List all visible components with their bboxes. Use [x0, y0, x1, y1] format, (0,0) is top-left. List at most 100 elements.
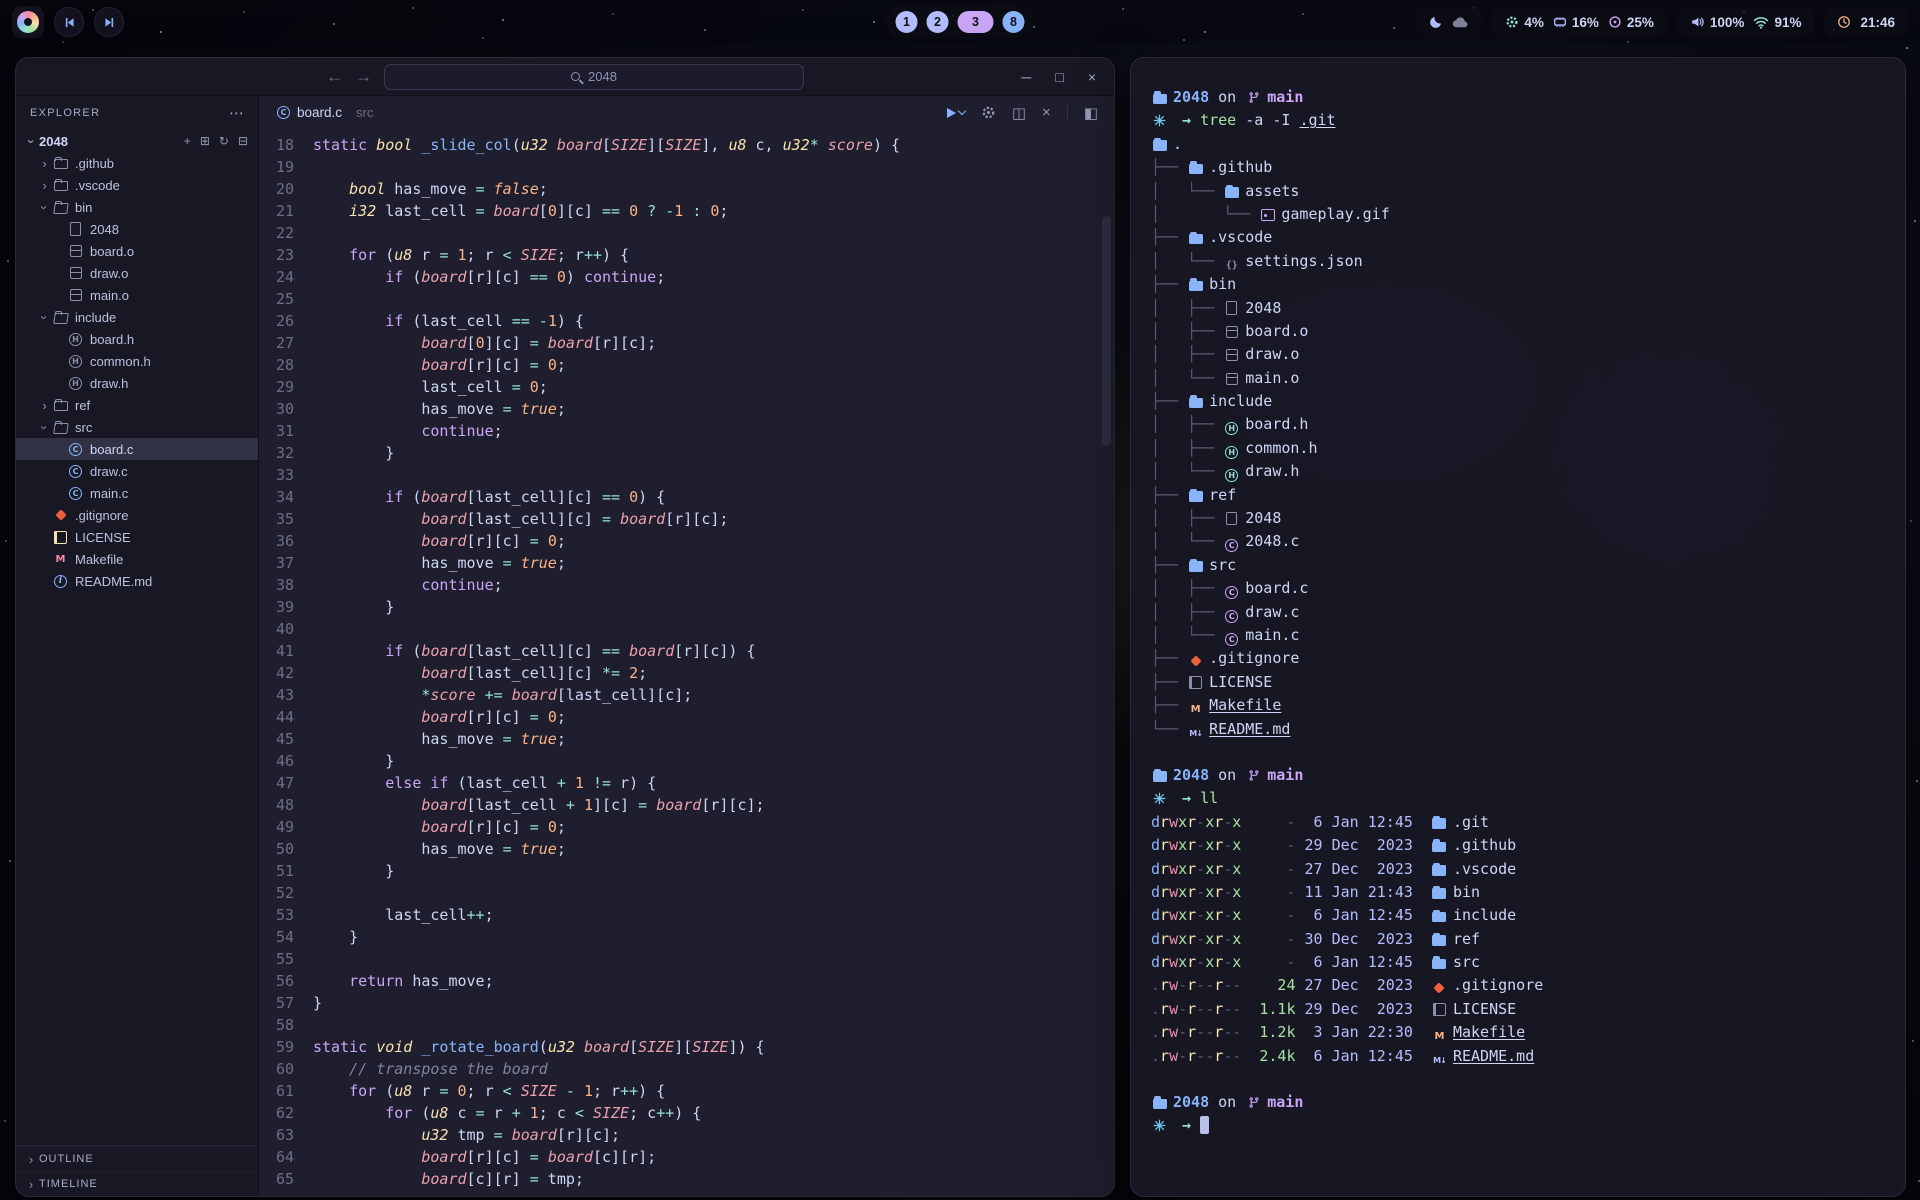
clock-widget[interactable]: 21:46: [1824, 7, 1908, 37]
layout-toggle-button[interactable]: ◧: [1084, 104, 1098, 122]
code-line[interactable]: 35 board[last_cell][c] = board[r][c];: [259, 508, 1114, 530]
close-editor-button[interactable]: ×: [1042, 104, 1051, 121]
code-line[interactable]: 36 board[r][c] = 0;: [259, 530, 1114, 552]
explorer-item[interactable]: main.o: [16, 284, 258, 306]
code-line[interactable]: 49 board[r][c] = 0;: [259, 816, 1114, 838]
code-line[interactable]: 63 u32 tmp = board[r][c];: [259, 1124, 1114, 1146]
code-line[interactable]: 37 has_move = true;: [259, 552, 1114, 574]
code-line[interactable]: 65 board[c][r] = tmp;: [259, 1168, 1114, 1190]
timeline-panel-header[interactable]: TIMELINE: [16, 1171, 258, 1196]
explorer-root-item[interactable]: 2048 + ⊞ ↻ ⊟: [16, 130, 258, 152]
maximize-button[interactable]: □: [1055, 69, 1063, 85]
code-line[interactable]: 54 }: [259, 926, 1114, 948]
breadcrumb-file[interactable]: board.c: [297, 105, 342, 120]
refresh-button[interactable]: ↻: [219, 134, 229, 148]
explorer-item[interactable]: board.o: [16, 240, 258, 262]
explorer-item[interactable]: common.h: [16, 350, 258, 372]
explorer-item[interactable]: main.c: [16, 482, 258, 504]
editor-titlebar[interactable]: ← → 2048 ─ □ ×: [16, 58, 1114, 96]
history-forward-button[interactable]: →: [355, 68, 372, 85]
explorer-item[interactable]: .gitignore: [16, 504, 258, 526]
explorer-item[interactable]: src: [16, 416, 258, 438]
code-line[interactable]: 29 last_cell = 0;: [259, 376, 1114, 398]
code-line[interactable]: 62 for (u8 c = r + 1; c < SIZE; c++) {: [259, 1102, 1114, 1124]
code-line[interactable]: 28 board[r][c] = 0;: [259, 354, 1114, 376]
code-line[interactable]: 58: [259, 1014, 1114, 1036]
breadcrumb-path[interactable]: src: [356, 105, 373, 120]
close-button[interactable]: ×: [1088, 69, 1096, 85]
code-line[interactable]: 20 bool has_move = false;: [259, 178, 1114, 200]
explorer-item[interactable]: draw.h: [16, 372, 258, 394]
explorer-item[interactable]: board.c: [16, 438, 258, 460]
workspace-button[interactable]: 1: [896, 11, 918, 33]
code-line[interactable]: 32 }: [259, 442, 1114, 464]
terminal-window[interactable]: 2048 on main → tree -a -I .git.├── .gith…: [1130, 57, 1906, 1197]
code-line[interactable]: 41 if (board[last_cell][c] == board[r][c…: [259, 640, 1114, 662]
new-folder-button[interactable]: ⊞: [200, 134, 210, 148]
code-line[interactable]: 34 if (board[last_cell][c] == 0) {: [259, 486, 1114, 508]
workspace-button[interactable]: 8: [1003, 11, 1025, 33]
collapse-all-button[interactable]: ⊟: [238, 134, 248, 148]
code-line[interactable]: 42 board[last_cell][c] *= 2;: [259, 662, 1114, 684]
explorer-item[interactable]: .github: [16, 152, 258, 174]
code-line[interactable]: 50 has_move = true;: [259, 838, 1114, 860]
code-editor[interactable]: 18static bool _slide_col(u32 board[SIZE]…: [259, 129, 1114, 1196]
code-line[interactable]: 46 }: [259, 750, 1114, 772]
code-line[interactable]: 26 if (last_cell == -1) {: [259, 310, 1114, 332]
explorer-item[interactable]: LICENSE: [16, 526, 258, 548]
code-line[interactable]: 18static bool _slide_col(u32 board[SIZE]…: [259, 134, 1114, 156]
explorer-item[interactable]: bin: [16, 196, 258, 218]
code-line[interactable]: 44 board[r][c] = 0;: [259, 706, 1114, 728]
minimize-button[interactable]: ─: [1021, 69, 1031, 85]
explorer-item[interactable]: .vscode: [16, 174, 258, 196]
explorer-item[interactable]: 2048: [16, 218, 258, 240]
code-line[interactable]: 60 // transpose the board: [259, 1058, 1114, 1080]
explorer-item[interactable]: draw.o: [16, 262, 258, 284]
code-line[interactable]: 53 last_cell++;: [259, 904, 1114, 926]
explorer-item[interactable]: include: [16, 306, 258, 328]
split-editor-button[interactable]: ◫: [1012, 104, 1026, 122]
run-button[interactable]: [947, 108, 965, 118]
outline-panel-header[interactable]: OUTLINE: [16, 1146, 258, 1171]
media-prev-button[interactable]: [54, 7, 84, 37]
more-actions-icon[interactable]: ⋯: [229, 104, 244, 122]
explorer-item[interactable]: Makefile: [16, 548, 258, 570]
explorer-item[interactable]: README.md: [16, 570, 258, 592]
explorer-item[interactable]: draw.c: [16, 460, 258, 482]
code-line[interactable]: 56 return has_move;: [259, 970, 1114, 992]
history-back-button[interactable]: ←: [326, 68, 343, 85]
code-line[interactable]: 21 i32 last_cell = board[0][c] == 0 ? -1…: [259, 200, 1114, 222]
code-line[interactable]: 59static void _rotate_board(u32 board[SI…: [259, 1036, 1114, 1058]
code-line[interactable]: 30 has_move = true;: [259, 398, 1114, 420]
code-line[interactable]: 24 if (board[r][c] == 0) continue;: [259, 266, 1114, 288]
code-line[interactable]: 23 for (u8 r = 1; r < SIZE; r++) {: [259, 244, 1114, 266]
code-line[interactable]: 43 *score += board[last_cell][c];: [259, 684, 1114, 706]
weather-widget[interactable]: [1416, 7, 1482, 37]
code-line[interactable]: 57}: [259, 992, 1114, 1014]
workspace-button[interactable]: 3: [958, 11, 994, 33]
code-line[interactable]: 22: [259, 222, 1114, 244]
code-line[interactable]: 38 continue;: [259, 574, 1114, 596]
editor-scrollbar-thumb[interactable]: [1102, 216, 1111, 446]
code-line[interactable]: 31 continue;: [259, 420, 1114, 442]
settings-gear-icon[interactable]: [981, 105, 996, 120]
code-line[interactable]: 39 }: [259, 596, 1114, 618]
command-center-search[interactable]: 2048: [384, 64, 804, 90]
launcher-button[interactable]: [12, 6, 44, 38]
code-line[interactable]: 51 }: [259, 860, 1114, 882]
audio-network-widget[interactable]: 100% 91%: [1677, 7, 1815, 37]
new-file-button[interactable]: +: [184, 134, 191, 148]
code-line[interactable]: 48 board[last_cell + 1][c] = board[r][c]…: [259, 794, 1114, 816]
code-line[interactable]: 52: [259, 882, 1114, 904]
code-line[interactable]: 25: [259, 288, 1114, 310]
explorer-item[interactable]: ref: [16, 394, 258, 416]
code-line[interactable]: 45 has_move = true;: [259, 728, 1114, 750]
code-line[interactable]: 19: [259, 156, 1114, 178]
code-line[interactable]: 40: [259, 618, 1114, 640]
workspace-button[interactable]: 2: [927, 11, 949, 33]
code-line[interactable]: 64 board[r][c] = board[c][r];: [259, 1146, 1114, 1168]
explorer-item[interactable]: board.h: [16, 328, 258, 350]
code-line[interactable]: 47 else if (last_cell + 1 != r) {: [259, 772, 1114, 794]
code-line[interactable]: 27 board[0][c] = board[r][c];: [259, 332, 1114, 354]
media-next-button[interactable]: [94, 7, 124, 37]
